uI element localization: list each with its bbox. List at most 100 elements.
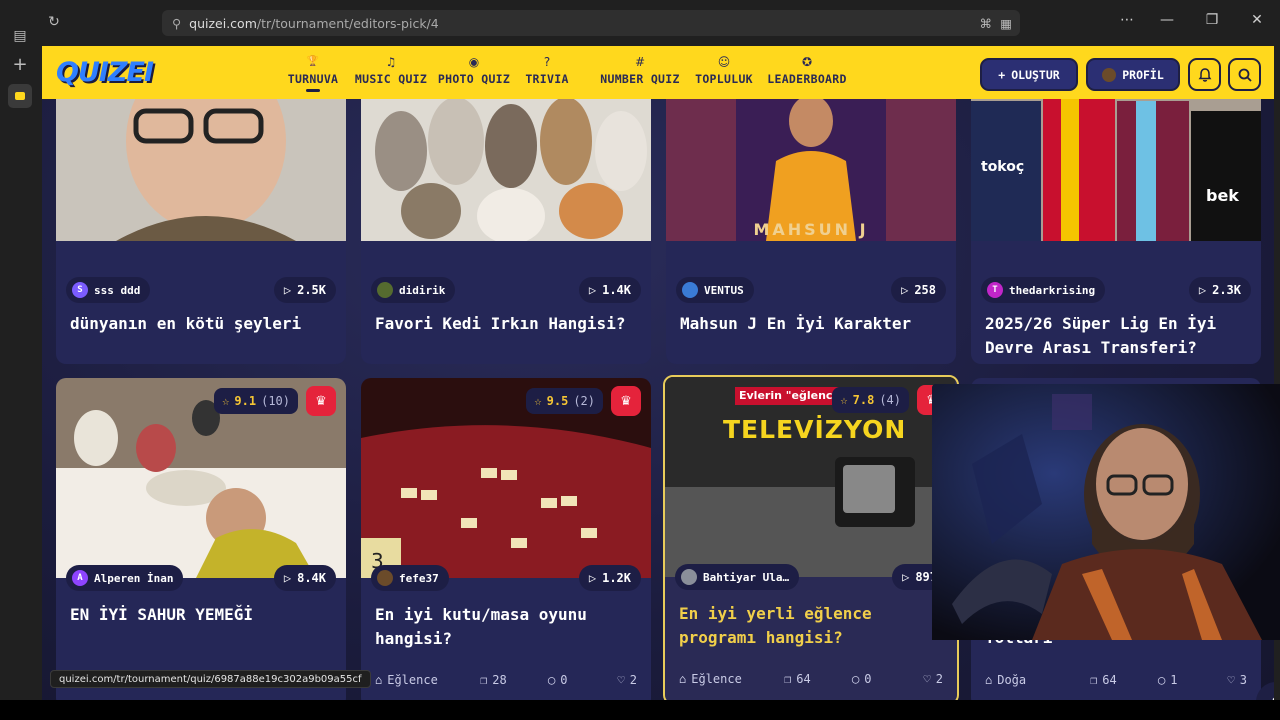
avatar (1102, 67, 1117, 82)
author-tag[interactable]: Bahtiyar Ula… (675, 564, 800, 590)
nav-label: MUSIC QUIZ (354, 72, 428, 86)
browser-menu-icon[interactable]: ⋯ (1116, 12, 1138, 28)
translate-icon[interactable]: ⌘ (980, 16, 993, 31)
avatar: S (72, 282, 88, 298)
quiz-meta: ⌂ Doğa ❐ 64 ◯ 1 ♡ 3 (985, 671, 1247, 689)
heart-icon: ♡ (617, 673, 625, 687)
quiz-title[interactable]: En iyi kutu/masa oyunu hangisi? (375, 603, 637, 651)
category-label: Eğlence (691, 672, 742, 686)
item-count-value: 64 (796, 672, 811, 686)
like-count[interactable]: ♡ 3 (1228, 673, 1247, 687)
author-tag[interactable]: fefe37 (371, 565, 449, 591)
nav-item-turnuva[interactable]: 🏆 TURNUVA (288, 52, 338, 96)
quiz-thumbnail[interactable] (56, 378, 346, 578)
nav-label: NUMBER QUIZ (600, 72, 680, 86)
author-tag[interactable]: Ssss ddd (66, 277, 151, 303)
author-tag[interactable]: A Alperen İnan (66, 565, 184, 591)
play-count-value: 1.4K (602, 283, 631, 297)
item-count: ❐ 64 (1090, 673, 1158, 687)
category[interactable]: ⌂ Doğa (985, 673, 1090, 687)
create-button[interactable]: + OLUŞTUR (980, 58, 1078, 91)
users-icon: ☺ (717, 55, 731, 69)
nav-item-photo-quiz[interactable]: ◉ PHOTO QUIZ (438, 52, 510, 96)
music-note-icon: ♫ (385, 55, 397, 69)
quiz-title[interactable]: 2025/26 Süper Lig En İyi Devre Arası Tra… (985, 312, 1247, 360)
avatar (377, 282, 393, 298)
author-tag[interactable]: Tthedarkrising (981, 277, 1106, 303)
comment-icon: ◯ (852, 672, 860, 686)
question-icon: ? (543, 55, 551, 69)
quiz-title[interactable]: EN İYİ SAHUR YEMEĞİ (70, 603, 332, 627)
quiz-thumbnail[interactable]: 3 (361, 378, 651, 578)
close-window-icon[interactable]: ✕ (1246, 12, 1268, 28)
quiz-meta: ⌂ Eğlence ❐ 28 ◯ 0 ♡ 2 (375, 671, 637, 689)
nav-item-music-quiz[interactable]: ♫ MUSIC QUIZ (354, 52, 428, 96)
author-name: VENTUS (704, 283, 744, 297)
search-icon[interactable] (1228, 58, 1261, 91)
active-tab-favicon[interactable] (8, 84, 32, 108)
author-tag[interactable]: didirik (371, 277, 456, 303)
items-icon: ❐ (480, 673, 488, 687)
sidebar-toggle-icon[interactable]: ▤ (8, 24, 32, 48)
play-icon: ▷ (283, 571, 292, 585)
crown-icon[interactable]: ♛ (611, 386, 641, 416)
site-info-icon[interactable]: ⚲ (172, 16, 181, 31)
comment-count-value: 1 (1170, 673, 1178, 687)
like-count[interactable]: ♡ 2 (618, 673, 637, 687)
quiz-thumbnail[interactable] (665, 377, 957, 577)
rating-count: (10) (261, 394, 290, 408)
play-count: ▷ 1.4K (578, 277, 641, 303)
play-count: ▷ 2.5K (273, 277, 336, 303)
quiz-card[interactable]: 3 ☆ 9.5 (2) ♛ fefe37 ▷ 1.2K En iyi kutu/masa oyu… (361, 378, 651, 700)
star-icon: ☆ (840, 393, 848, 407)
nav-item-topluluk[interactable]: ☺ TOPLULUK (695, 52, 752, 96)
notifications-bell-icon[interactable] (1188, 58, 1221, 91)
play-count-value: 2.3K (1212, 283, 1241, 297)
avatar: A (72, 570, 88, 586)
comment-count[interactable]: ◯ 0 (548, 673, 618, 687)
avatar: T (987, 282, 1003, 298)
nav-label: LEADERBOARD (767, 72, 847, 86)
nav-item-trivia[interactable]: ? TRIVIA (524, 52, 570, 96)
crown-icon[interactable]: ♛ (306, 386, 336, 416)
quiz-title[interactable]: Favori Kedi Irkın Hangisi? (375, 312, 637, 336)
site-header: QUIZEI 🏆 TURNUVA ♫ MUSIC QUIZ ◉ PHOTO QUIZ? TR… (42, 46, 1274, 99)
maximize-icon[interactable]: ❐ (1201, 12, 1223, 28)
nav-label: PHOTO QUIZ (437, 72, 511, 86)
comment-count[interactable]: ◯ 0 (852, 672, 924, 686)
reload-icon[interactable]: ↻ (42, 10, 66, 34)
minimize-icon[interactable]: — (1156, 12, 1178, 28)
quiz-title[interactable]: dünyanın en kötü şeyleri (70, 312, 332, 336)
nav-label: TURNUVA (287, 72, 339, 86)
author-tag[interactable]: VENTUS (676, 277, 754, 303)
quiz-title[interactable]: En iyi yerli eğlence programı hangisi? (679, 602, 943, 650)
category[interactable]: ⌂ Eğlence (375, 673, 480, 687)
quiz-card[interactable]: ☆ 9.1 (10) ♛ A Alperen İnan ▷ 8.4K EN İYİ SAHUR … (56, 378, 346, 700)
comment-count[interactable]: ◯ 1 (1158, 673, 1228, 687)
category-icon: ⌂ (985, 673, 993, 687)
play-count: ▷ 8.4K (273, 565, 336, 591)
create-label: OLUŞTUR (1011, 67, 1060, 82)
rating-value: 7.8 (852, 393, 875, 407)
reader-icon[interactable]: ▦ (1000, 16, 1012, 31)
profile-label: PROFİL (1122, 67, 1164, 82)
nav-item-number-quiz[interactable]: # NUMBER QUIZ (600, 52, 680, 96)
play-count-value: 258 (914, 283, 936, 297)
medal-icon: ✪ (801, 55, 813, 69)
category[interactable]: ⌂ Eğlence (679, 672, 784, 686)
browser-sidebar: ▤ + (0, 0, 40, 700)
avatar (682, 282, 698, 298)
item-count: ❐ 64 (784, 672, 852, 686)
comment-icon: ◯ (548, 673, 556, 687)
nav-label: TRIVIA (525, 72, 569, 86)
quiz-title[interactable]: Mahsun J En İyi Karakter (680, 312, 942, 336)
profile-button[interactable]: PROFİL (1086, 58, 1180, 91)
svg-text:bek: bek (1206, 186, 1239, 205)
nav-item-leaderboard[interactable]: ✪ LEADERBOARD (767, 52, 847, 96)
quiz-card[interactable]: Evlerin "eğlence kTELEVİZYON☆7.8(4)♛Baht… (663, 375, 959, 700)
new-tab-icon[interactable]: + (8, 52, 32, 76)
play-icon: ▷ (588, 571, 597, 585)
like-count[interactable]: ♡ 2 (924, 672, 943, 686)
address-bar[interactable]: ⚲ quizei.com/tr/tournament/editors-pick/… (162, 10, 1020, 36)
site-logo[interactable]: QUIZEI (56, 57, 154, 88)
